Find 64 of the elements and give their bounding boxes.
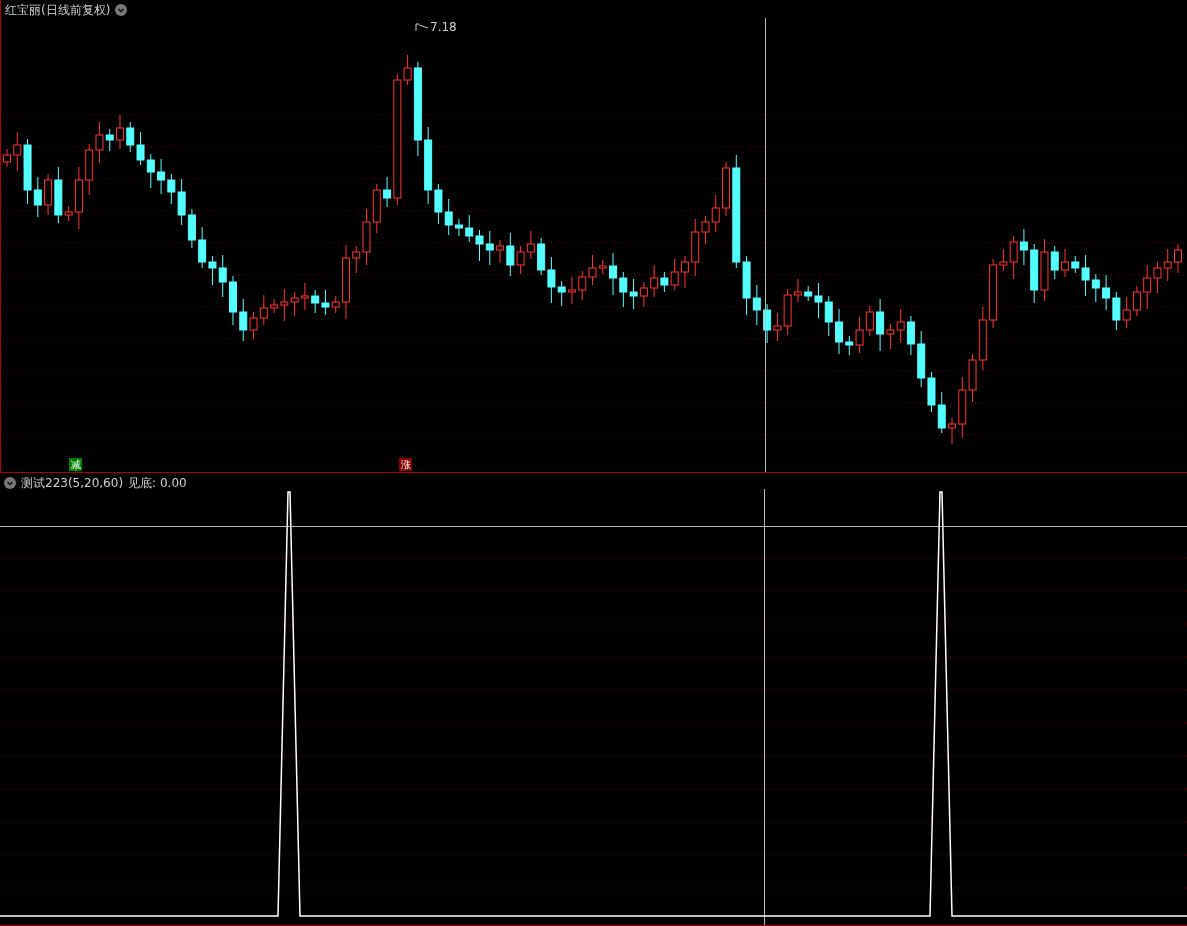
candlestick	[208, 255, 217, 286]
candlestick	[526, 230, 535, 260]
candlestick	[1061, 248, 1069, 278]
indicator-reading: 见底: 0.00	[128, 476, 187, 490]
candlestick	[619, 271, 628, 308]
candlestick	[824, 295, 833, 337]
candlestick	[958, 376, 967, 439]
candlestick	[259, 294, 268, 326]
candlestick	[187, 208, 196, 249]
candlestick	[896, 308, 905, 344]
candlestick	[1174, 243, 1182, 274]
signal-marker: 减	[69, 458, 82, 471]
candlestick	[1112, 291, 1121, 331]
signal-marker: 涨	[399, 458, 412, 471]
chart-title: 红宝丽(日线前复权)	[5, 3, 111, 17]
candlestick	[1030, 243, 1039, 304]
candlestick	[44, 173, 53, 216]
candlestick	[537, 237, 546, 276]
candlestick	[629, 278, 638, 310]
candlestick	[1132, 285, 1141, 317]
candlestick	[321, 289, 330, 316]
candlestick	[680, 255, 689, 289]
chevron-down-icon[interactable]	[4, 477, 16, 489]
candlestick	[1143, 264, 1152, 310]
candlestick	[1163, 248, 1172, 282]
candlestick	[475, 229, 484, 262]
candlestick	[290, 291, 299, 317]
candlestick	[85, 143, 94, 196]
candlestick	[311, 289, 320, 314]
candlestick	[198, 226, 207, 269]
candlestick	[906, 315, 915, 356]
candlestick	[609, 252, 618, 296]
candlestick	[116, 114, 124, 150]
candlestick	[146, 153, 155, 189]
candlestick	[948, 417, 956, 445]
candlestick	[136, 131, 145, 166]
candlestick	[1122, 296, 1131, 329]
candlestick	[485, 230, 494, 266]
candlestick	[157, 158, 166, 195]
candlestick	[711, 194, 720, 233]
candlestick	[3, 148, 11, 168]
candlestick	[1019, 228, 1028, 266]
candlestick	[567, 276, 576, 305]
candlestick	[1102, 274, 1111, 311]
candlestick	[126, 121, 135, 153]
candlestick	[978, 306, 987, 371]
candlestick	[218, 254, 227, 298]
candlestick	[917, 330, 926, 388]
indicator-name: 测试223(5,20,60)	[21, 476, 124, 490]
candlestick	[639, 281, 648, 308]
candlestick	[763, 303, 772, 344]
candlestick	[968, 353, 977, 403]
chevron-down-icon[interactable]	[115, 4, 128, 16]
candlestick	[865, 305, 874, 337]
leader-line	[415, 22, 429, 32]
candlestick	[229, 275, 237, 326]
candlestick	[372, 183, 381, 234]
high-price-label: 7.18	[430, 20, 457, 34]
candlestick	[937, 391, 946, 434]
candlestick	[1153, 261, 1162, 294]
candlestick	[465, 214, 474, 243]
candlestick	[927, 371, 936, 413]
candlestick	[300, 282, 309, 311]
candlestick	[578, 270, 587, 301]
